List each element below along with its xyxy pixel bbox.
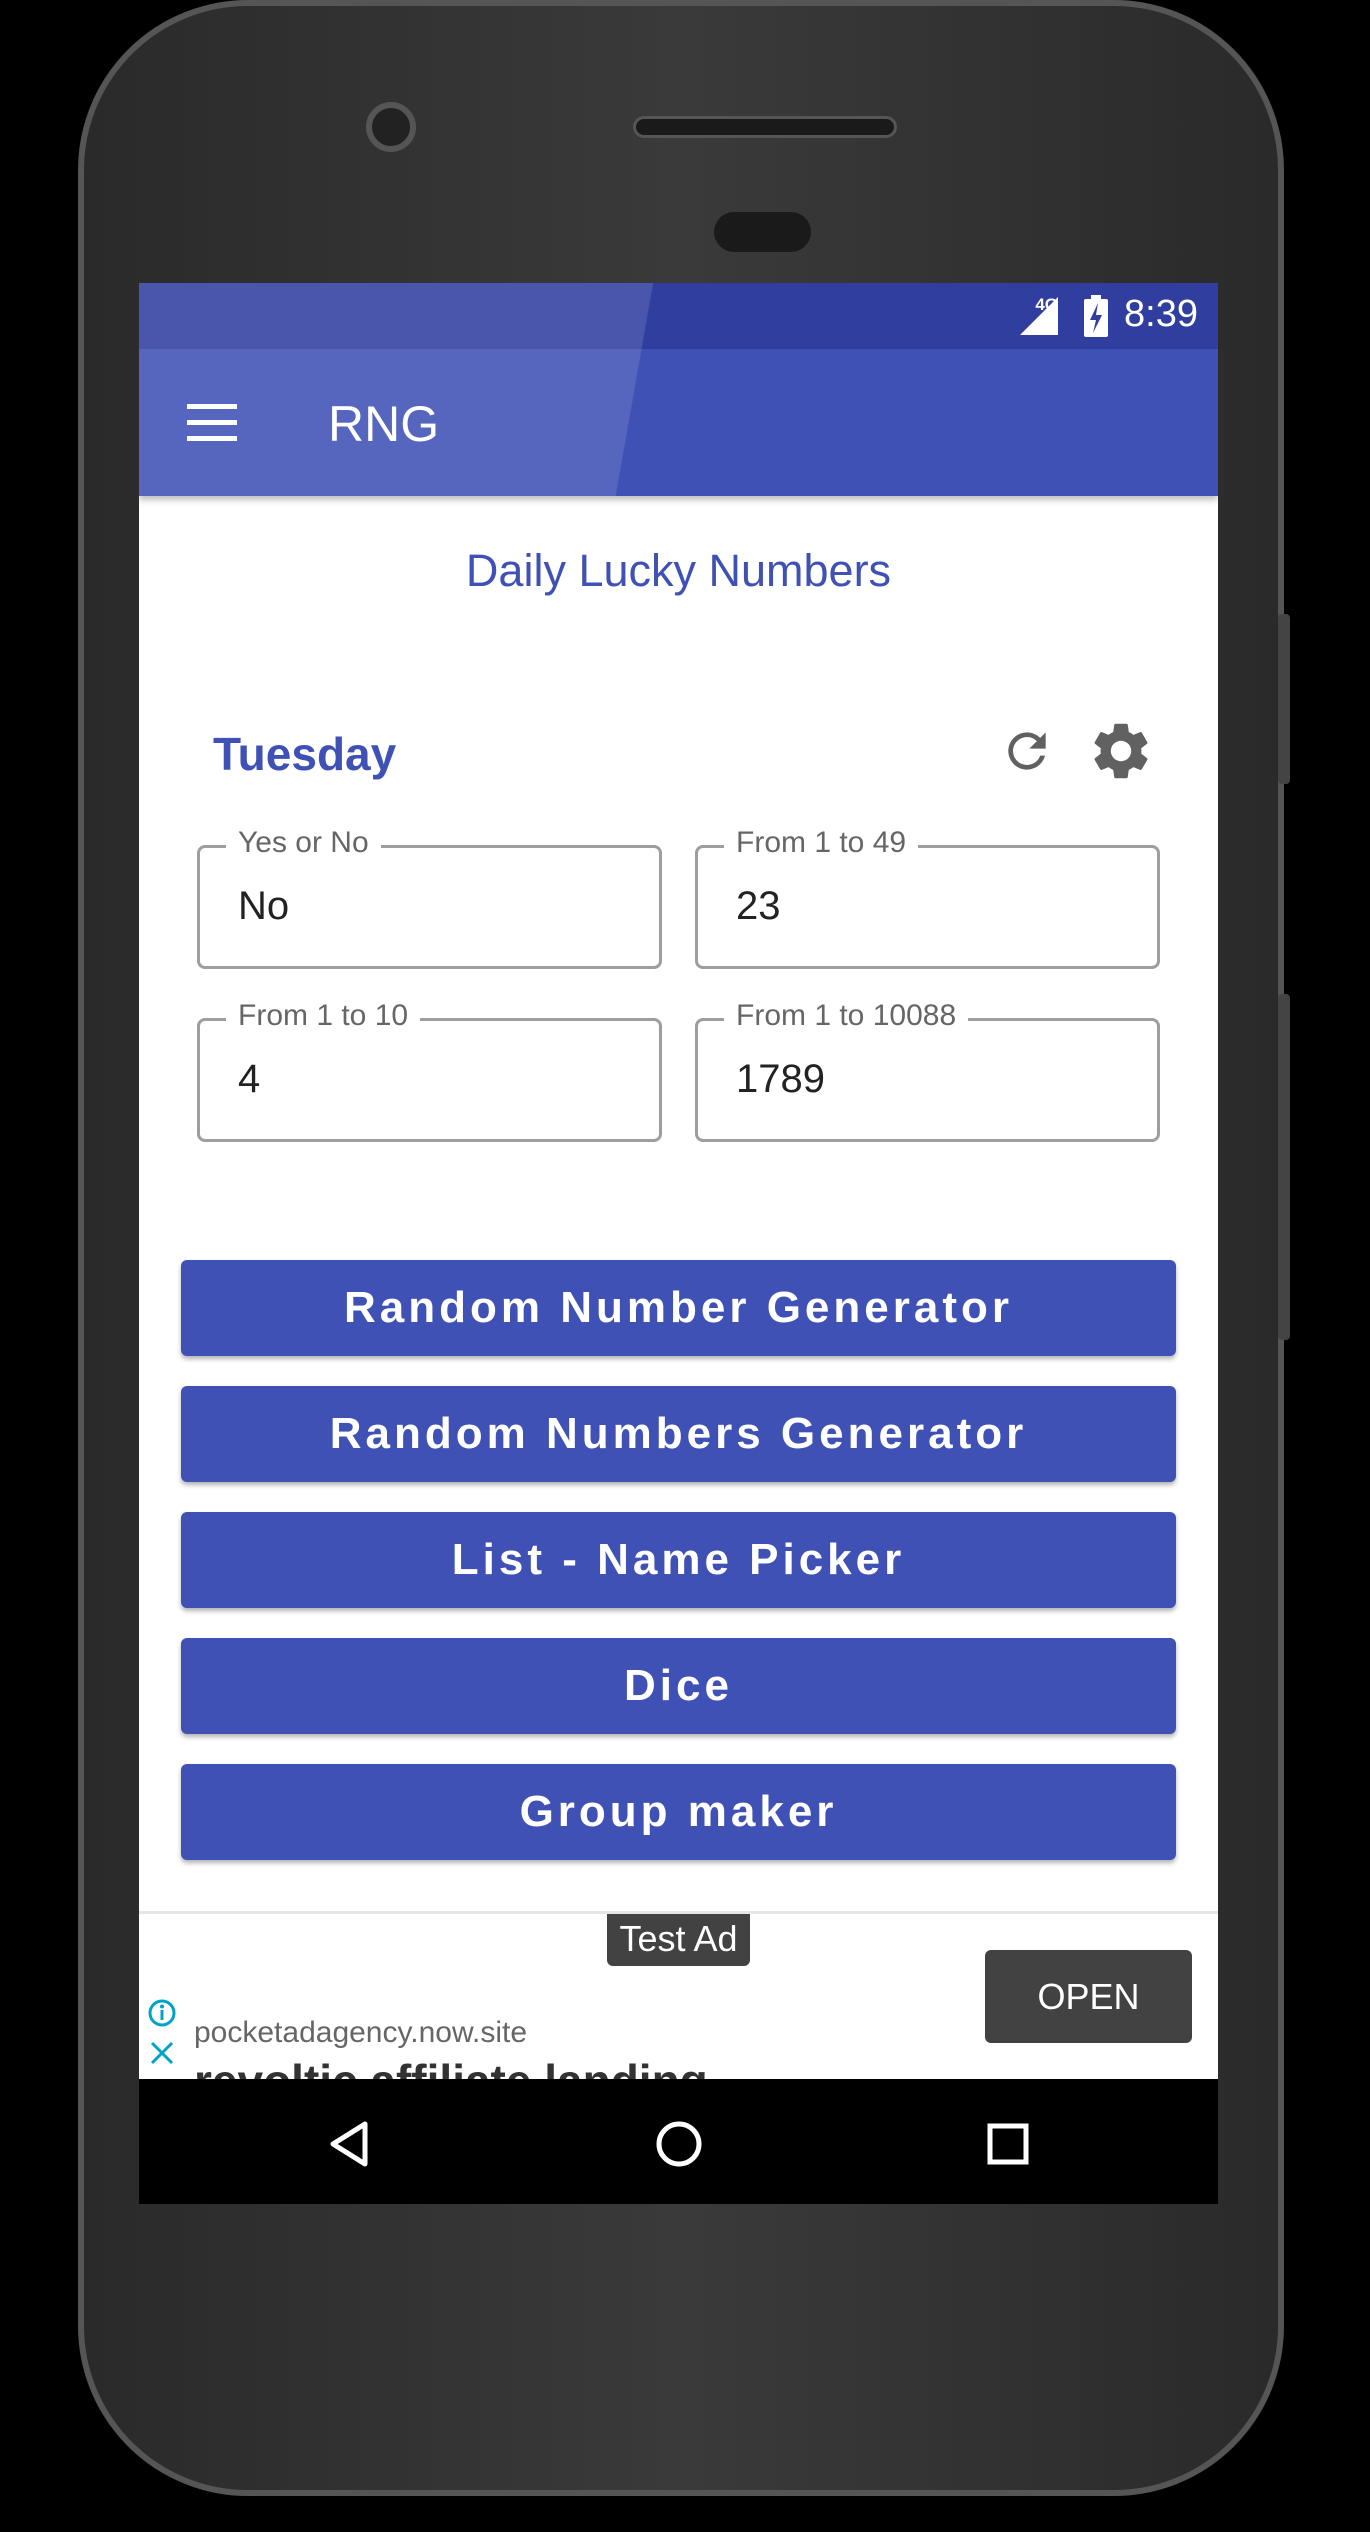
volume-button — [1278, 994, 1290, 1340]
test-ad-badge: Test Ad — [607, 1914, 750, 1966]
page-heading: Daily Lucky Numbers — [465, 545, 892, 596]
field-label: From 1 to 10 — [226, 999, 421, 1033]
clock: 8:39 — [1124, 293, 1198, 335]
range-1-49-field[interactable]: From 1 to 49 23 — [695, 826, 1160, 969]
hamburger-menu-icon[interactable] — [187, 404, 237, 442]
screen: 4G 8:39 RNG Daily Lucky Numbers Tuesday … — [139, 283, 1218, 2204]
ad-headline: revoltic affiliate landing — [194, 2054, 708, 2080]
ad-banner[interactable]: Test Ad pocketadagency.now.site revoltic… — [139, 1911, 1218, 2080]
name-picker-button[interactable]: List - Name Picker — [181, 1512, 1176, 1608]
dice-button[interactable]: Dice — [181, 1638, 1176, 1734]
back-icon[interactable] — [325, 2119, 375, 2169]
field-value: 23 — [736, 884, 781, 928]
signal-icon — [1020, 297, 1058, 335]
range-1-10-field[interactable]: From 1 to 10 4 — [197, 999, 662, 1142]
sensor — [714, 212, 811, 252]
status-bar: 4G 8:39 — [139, 283, 1218, 349]
random-number-generator-button[interactable]: Random Number Generator — [181, 1260, 1176, 1356]
field-label: From 1 to 49 — [724, 826, 919, 860]
group-maker-button[interactable]: Group maker — [181, 1764, 1176, 1860]
app-bar: RNG — [139, 349, 1218, 496]
ad-url: pocketadagency.now.site — [194, 2016, 528, 2049]
front-camera — [366, 102, 416, 152]
home-icon[interactable] — [654, 2119, 704, 2169]
field-label: From 1 to 10088 — [724, 999, 969, 1033]
field-value: 1789 — [736, 1057, 825, 1101]
recents-icon[interactable] — [986, 2122, 1030, 2166]
field-value: 4 — [238, 1057, 261, 1101]
navigation-bar — [139, 2079, 1218, 2204]
range-1-10088-field[interactable]: From 1 to 10088 1789 — [695, 999, 1160, 1142]
day-label: Tuesday — [213, 728, 397, 780]
power-button — [1278, 614, 1290, 784]
yes-no-field[interactable]: Yes or No No — [197, 826, 662, 969]
battery-charging-icon — [1084, 295, 1108, 337]
random-numbers-generator-button[interactable]: Random Numbers Generator — [181, 1386, 1176, 1482]
speaker-grille — [633, 116, 897, 138]
close-icon[interactable] — [147, 2038, 177, 2068]
open-button[interactable]: OPEN — [985, 1950, 1192, 2043]
gear-icon[interactable] — [1087, 717, 1155, 785]
info-icon[interactable] — [147, 1998, 177, 2028]
field-value: No — [238, 884, 290, 928]
field-label: Yes or No — [226, 826, 381, 860]
refresh-icon[interactable] — [999, 723, 1055, 779]
app-title: RNG — [328, 396, 440, 452]
